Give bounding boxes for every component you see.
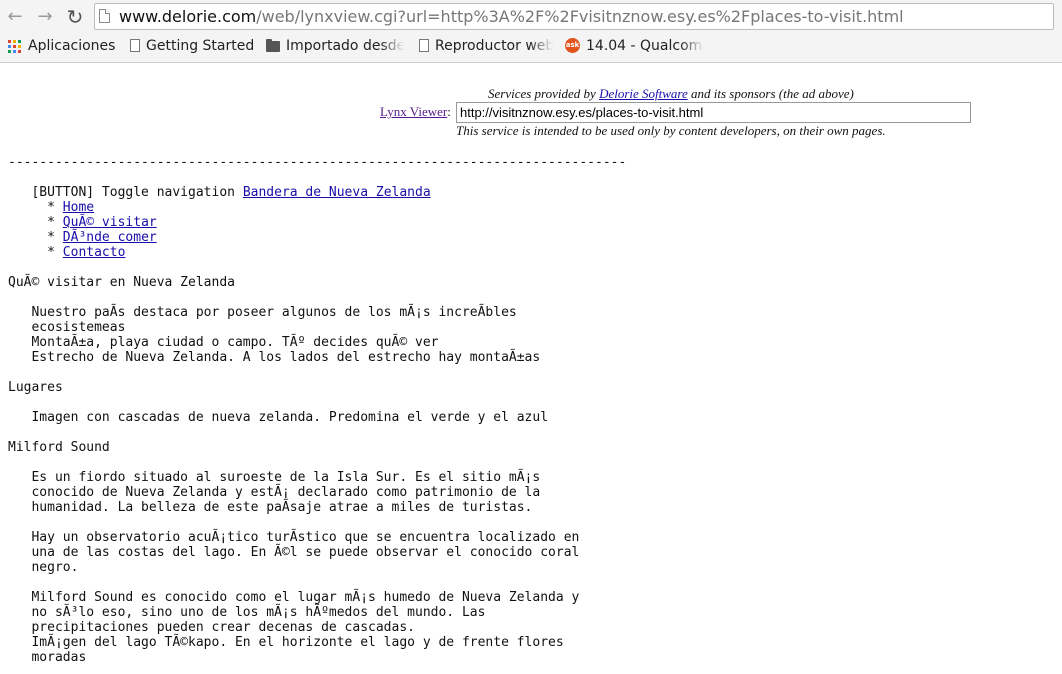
lynx-url-input[interactable]: [456, 102, 971, 123]
section-title-milford: Milford Sound: [8, 440, 110, 455]
bookmark-label: Aplicaciones: [28, 38, 116, 54]
nav-link-home[interactable]: Home: [63, 200, 94, 215]
folder-icon: [266, 39, 280, 52]
page-heading: QuÃ© visitar en Nueva Zelanda: [8, 275, 235, 290]
nav-link-contacto[interactable]: Contacto: [63, 245, 126, 260]
lynx-viewer-label: Lynx Viewer:: [380, 104, 451, 120]
url-host: www.delorie.com: [119, 7, 257, 26]
toggle-navigation-button[interactable]: [BUTTON] Toggle navigation: [8, 185, 243, 200]
browser-chrome: ← → ↻ www.delorie.com/web/lynxview.cgi?u…: [0, 0, 1062, 63]
bookmark-importado[interactable]: Importado desde: [266, 36, 404, 56]
nav-item-donde-comer: * DÃ³nde comer: [8, 230, 157, 245]
delorie-software-link[interactable]: Delorie Software: [599, 86, 688, 101]
service-note: This service is intended to be used only…: [456, 123, 886, 138]
lynx-viewer-link[interactable]: Lynx Viewer: [380, 104, 447, 119]
nav-item-que-visitar: * QuÃ© visitar: [8, 215, 157, 230]
ask-icon: ask: [565, 38, 580, 53]
nav-item-contacto: * Contacto: [8, 245, 125, 260]
section-title-lugares: Lugares: [8, 380, 63, 395]
toggle-nav-row: [BUTTON] Toggle navigation Bandera de Nu…: [8, 185, 431, 200]
nav-bullet: *: [8, 230, 63, 245]
nav-item-home: * Home: [8, 200, 94, 215]
page-icon: [99, 9, 110, 23]
address-bar[interactable]: www.delorie.com/web/lynxview.cgi?url=htt…: [94, 3, 1054, 30]
reload-icon[interactable]: ↻: [64, 6, 86, 28]
back-arrow-icon[interactable]: ←: [4, 6, 26, 28]
bookmark-aplicaciones[interactable]: Aplicaciones: [8, 36, 115, 56]
nav-bullet: *: [8, 215, 63, 230]
services-suffix: and its sponsors (the ad above): [687, 86, 854, 101]
services-prefix: Services provided by: [488, 86, 600, 101]
image-alt-cascadas: Imagen con cascadas de nueva zelanda. Pr…: [8, 410, 549, 425]
milford-paragraph-2: Hay un observatorio acuÃ¡tico turÃstico …: [31, 530, 580, 575]
bookmark-label: Importado desde: [286, 38, 404, 54]
page-icon: [130, 39, 140, 52]
milford-paragraph-1: Es un fiordo situado al suroeste de la I…: [31, 470, 541, 515]
bookmark-label: 14.04 - Qualcomm: [586, 38, 704, 54]
bookmark-label: Reproductor web: [435, 38, 553, 54]
nav-bullet: *: [8, 245, 63, 260]
bookmarks-bar: Aplicaciones Getting Started Importado d…: [0, 34, 1062, 58]
nav-link-donde-comer[interactable]: DÃ³nde comer: [63, 230, 157, 245]
nav-bullet: *: [8, 200, 63, 215]
url-path: /web/lynxview.cgi?url=http%3A%2F%2Fvisit…: [256, 7, 904, 26]
page-icon: [419, 39, 429, 52]
url-text[interactable]: www.delorie.com/web/lynxview.cgi?url=htt…: [119, 7, 904, 26]
apps-icon: [8, 40, 21, 53]
brand-flag-link[interactable]: Bandera de Nueva Zelanda: [243, 185, 431, 200]
services-notice: Services provided by Delorie Software an…: [488, 86, 854, 102]
nav-link-que-visitar[interactable]: QuÃ© visitar: [63, 215, 157, 230]
lynx-viewer-colon: :: [447, 104, 451, 119]
bookmark-qualcomm[interactable]: ask 14.04 - Qualcomm: [565, 36, 704, 56]
divider: ----------------------------------------…: [8, 155, 627, 170]
bookmark-label: Getting Started: [146, 38, 255, 54]
bookmark-reproductor[interactable]: Reproductor web: [419, 36, 553, 56]
bookmark-getting-started[interactable]: Getting Started: [130, 36, 254, 56]
intro-text: Nuestro paÃs destaca por poseer algunos …: [31, 305, 541, 365]
forward-arrow-icon[interactable]: →: [34, 6, 56, 28]
milford-paragraph-3: Milford Sound es conocido como el lugar …: [31, 590, 580, 665]
